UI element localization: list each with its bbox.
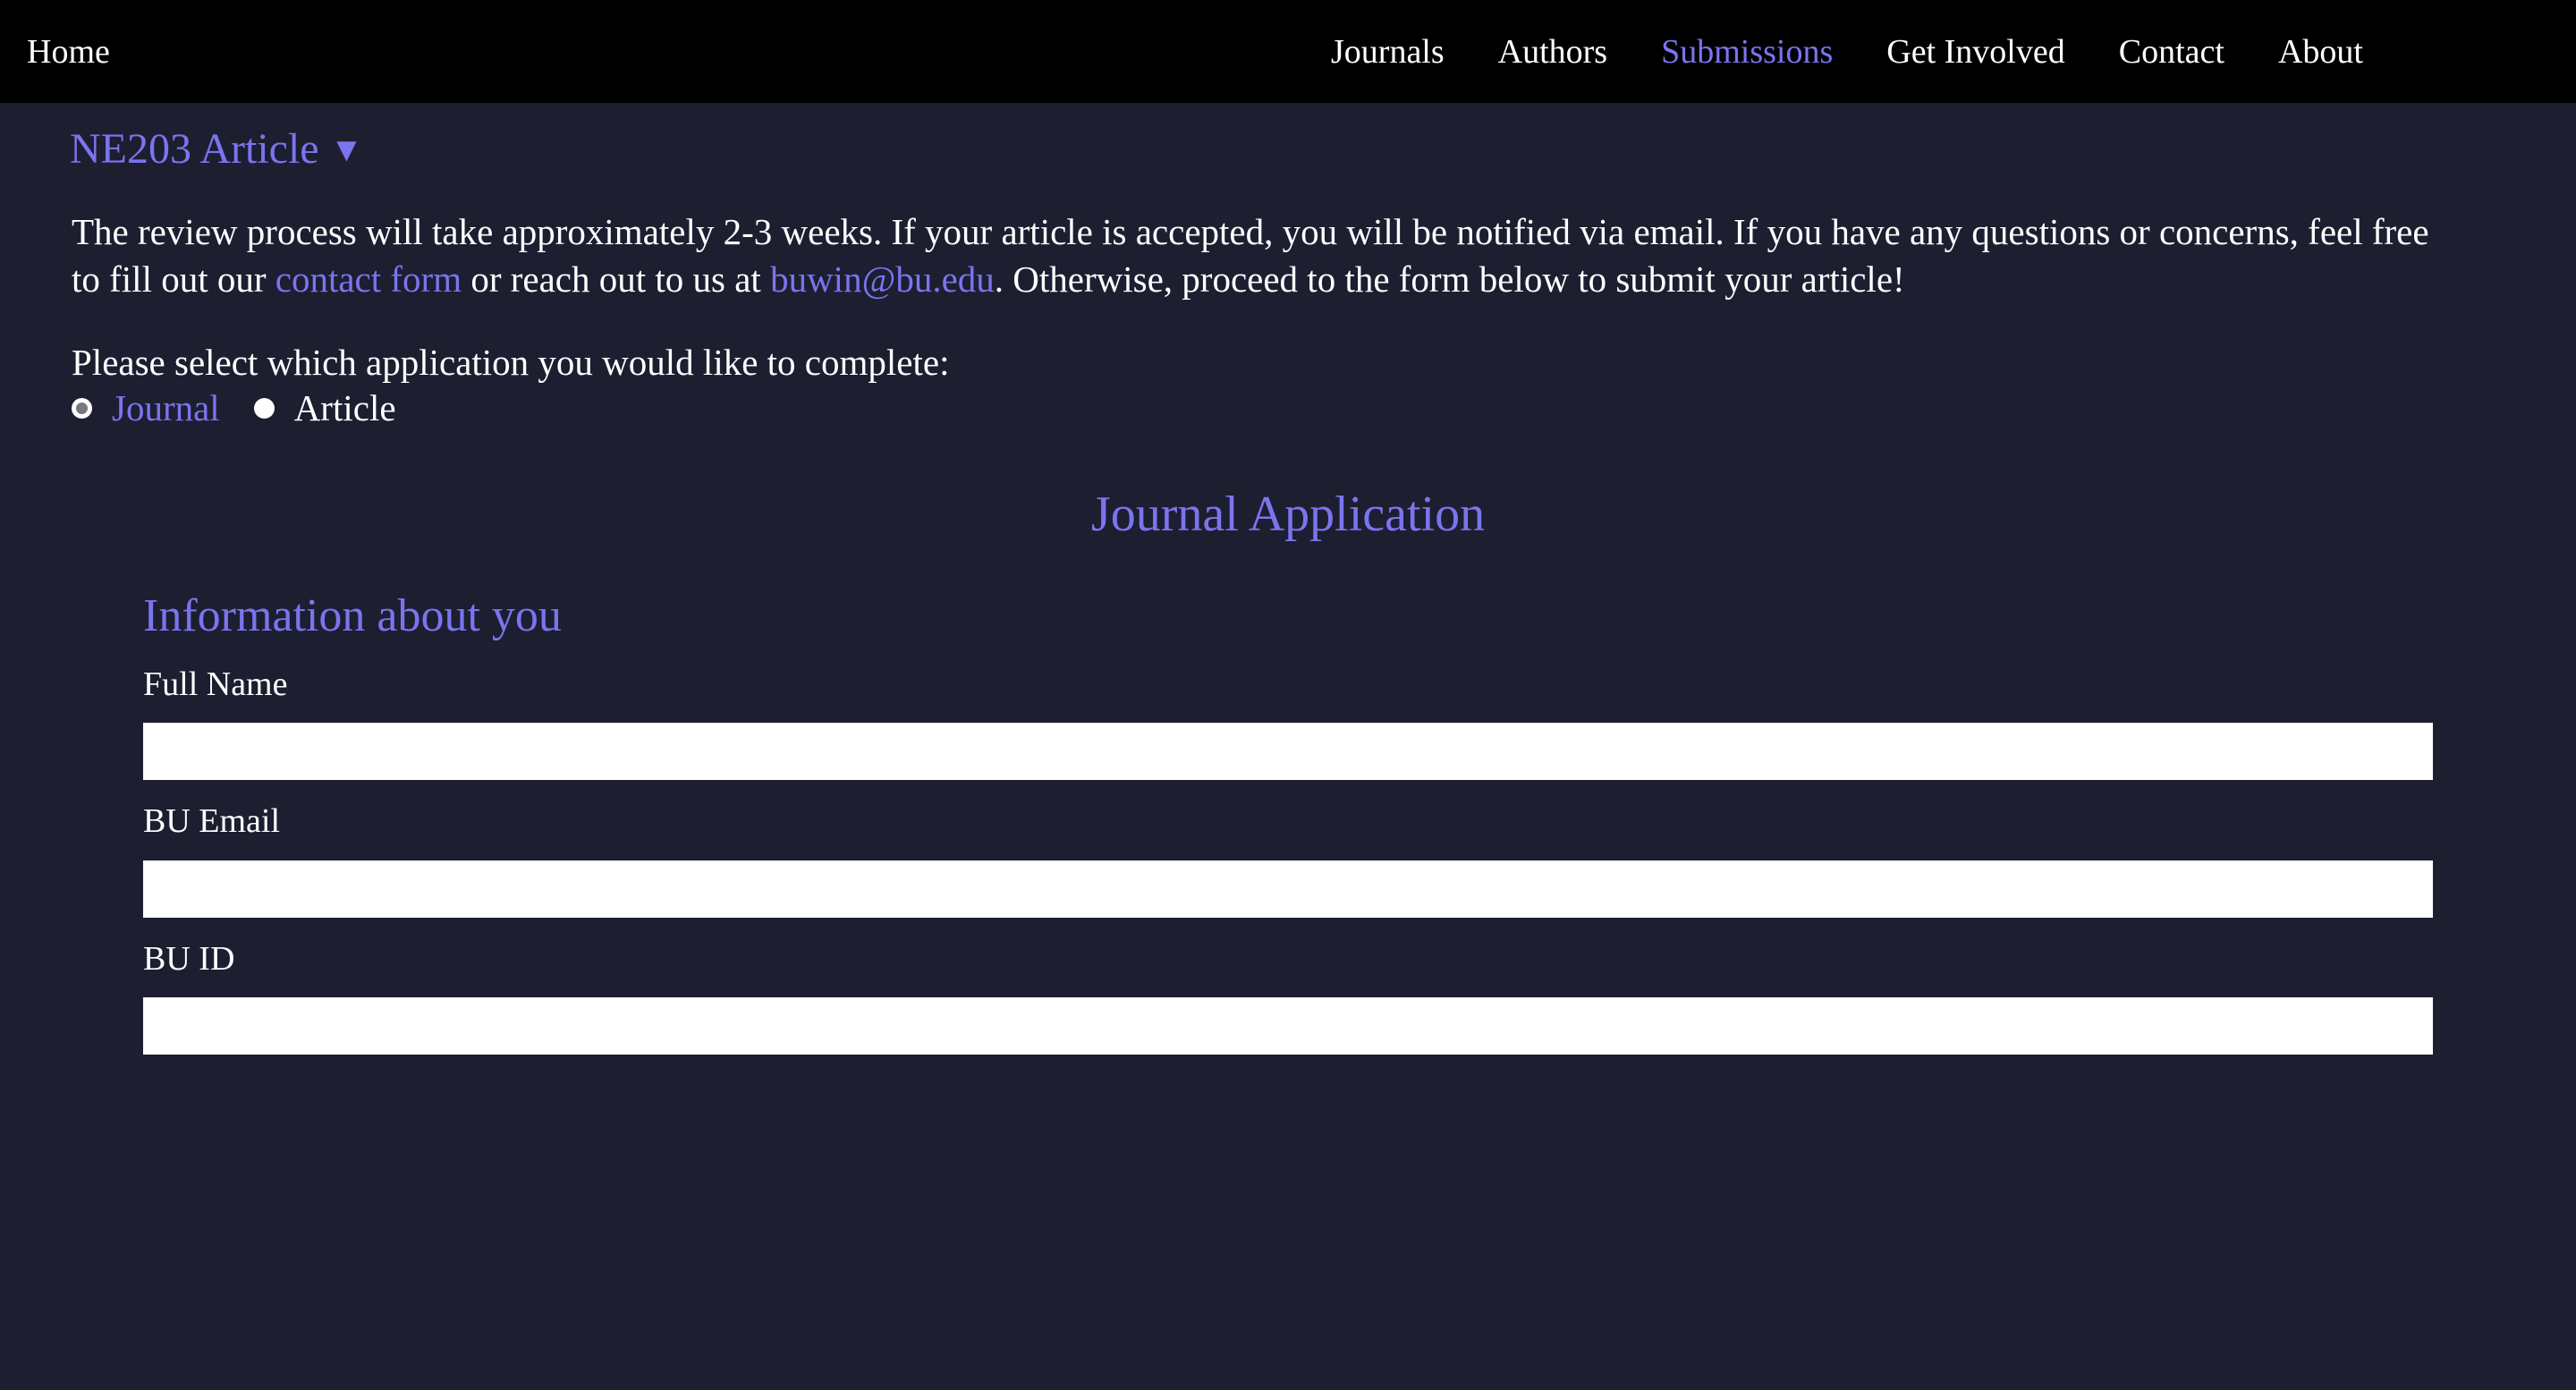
application-form: Information about you Full Name BU Email…: [0, 544, 2576, 1055]
radio-article-icon[interactable]: [253, 398, 275, 420]
section-toggle-ne203-article[interactable]: NE203 Article ▼: [0, 103, 2576, 174]
field-label-bu-email: BU Email: [143, 802, 281, 840]
radio-option-journal[interactable]: Journal: [72, 390, 220, 427]
page-content: NE203 Article ▼ The review process will …: [0, 103, 2576, 1055]
full-name-input[interactable]: [143, 723, 2433, 780]
bu-email-input[interactable]: [143, 860, 2433, 918]
intro-paragraph: The review process will take approximate…: [0, 174, 2504, 302]
nav-link-get-involved[interactable]: Get Involved: [1860, 35, 2091, 69]
application-type-radio-group: Journal Article: [0, 385, 2576, 427]
radio-journal-icon[interactable]: [72, 398, 92, 420]
intro-text-part2: or reach out to us at: [462, 258, 771, 300]
page-title: Journal Application: [1090, 487, 1486, 543]
chevron-down-icon: ▼: [329, 131, 364, 169]
field-bu-id: BU ID: [143, 918, 2576, 1055]
form-section-title: Information about you: [143, 589, 562, 641]
navbar: Home Journals Authors Submissions Get In…: [0, 0, 2576, 103]
radio-article-label[interactable]: Article: [294, 390, 396, 427]
field-label-bu-id: BU ID: [143, 939, 235, 978]
contact-form-link[interactable]: contact form: [275, 259, 462, 300]
nav-link-authors[interactable]: Authors: [1471, 35, 1634, 69]
field-bu-email: BU Email: [143, 780, 2576, 918]
nav-link-journals[interactable]: Journals: [1304, 35, 1471, 69]
nav-link-submissions[interactable]: Submissions: [1634, 35, 1860, 69]
field-label-full-name: Full Name: [143, 665, 288, 703]
nav-link-home[interactable]: Home: [27, 35, 110, 69]
field-full-name: Full Name: [143, 643, 2576, 780]
radio-option-article[interactable]: Article: [253, 390, 396, 427]
section-toggle-label: NE203 Article: [70, 125, 319, 173]
radio-journal-label[interactable]: Journal: [112, 390, 220, 427]
intro-text-part3: . Otherwise, proceed to the form below t…: [994, 258, 1905, 300]
nav-link-contact[interactable]: Contact: [2092, 35, 2251, 69]
nav-link-about[interactable]: About: [2251, 35, 2390, 69]
bu-id-input[interactable]: [143, 997, 2433, 1055]
navbar-links: Journals Authors Submissions Get Involve…: [1304, 0, 2390, 103]
application-select-prompt: Please select which application you woul…: [72, 342, 950, 384]
email-link[interactable]: buwin@bu.edu: [770, 259, 995, 300]
